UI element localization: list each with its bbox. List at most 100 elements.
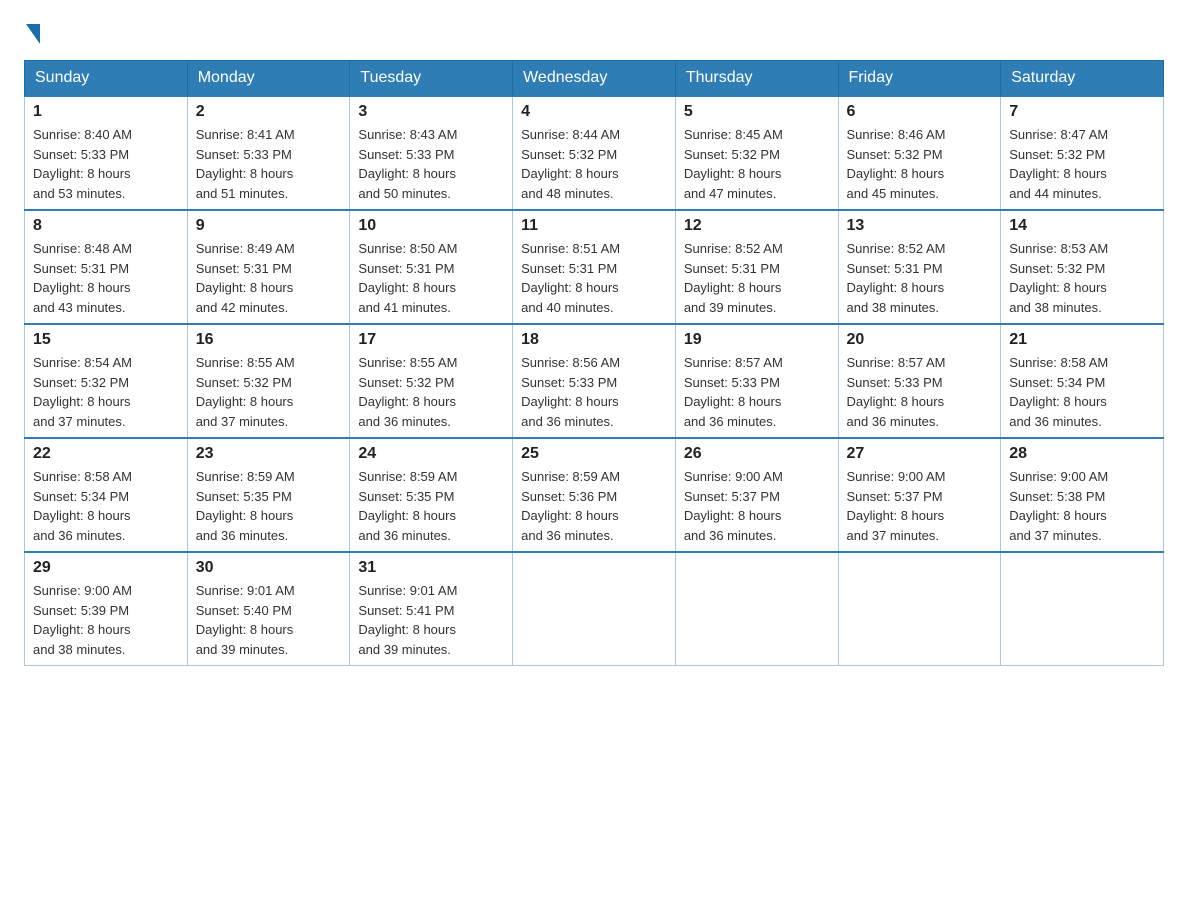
- day-info: Sunrise: 8:43 AM Sunset: 5:33 PM Dayligh…: [358, 127, 457, 201]
- day-number: 28: [1009, 445, 1155, 463]
- day-number: 9: [196, 217, 342, 235]
- calendar-week-row: 8 Sunrise: 8:48 AM Sunset: 5:31 PM Dayli…: [25, 210, 1164, 324]
- calendar-cell: 2 Sunrise: 8:41 AM Sunset: 5:33 PM Dayli…: [187, 96, 350, 210]
- day-info: Sunrise: 8:50 AM Sunset: 5:31 PM Dayligh…: [358, 241, 457, 315]
- calendar-cell: 24 Sunrise: 8:59 AM Sunset: 5:35 PM Dayl…: [350, 438, 513, 552]
- day-info: Sunrise: 9:01 AM Sunset: 5:40 PM Dayligh…: [196, 583, 295, 657]
- weekday-header-sunday: Sunday: [25, 61, 188, 97]
- calendar-week-row: 15 Sunrise: 8:54 AM Sunset: 5:32 PM Dayl…: [25, 324, 1164, 438]
- day-info: Sunrise: 8:59 AM Sunset: 5:35 PM Dayligh…: [196, 469, 295, 543]
- calendar-cell: 1 Sunrise: 8:40 AM Sunset: 5:33 PM Dayli…: [25, 96, 188, 210]
- calendar-cell: 31 Sunrise: 9:01 AM Sunset: 5:41 PM Dayl…: [350, 552, 513, 666]
- calendar-cell: 17 Sunrise: 8:55 AM Sunset: 5:32 PM Dayl…: [350, 324, 513, 438]
- calendar-week-row: 22 Sunrise: 8:58 AM Sunset: 5:34 PM Dayl…: [25, 438, 1164, 552]
- logo: [24, 24, 42, 44]
- day-info: Sunrise: 8:54 AM Sunset: 5:32 PM Dayligh…: [33, 355, 132, 429]
- weekday-header-friday: Friday: [838, 61, 1001, 97]
- day-number: 26: [684, 445, 830, 463]
- day-number: 7: [1009, 103, 1155, 121]
- calendar-cell: 27 Sunrise: 9:00 AM Sunset: 5:37 PM Dayl…: [838, 438, 1001, 552]
- day-number: 24: [358, 445, 504, 463]
- calendar-cell: [1001, 552, 1164, 666]
- day-number: 12: [684, 217, 830, 235]
- day-info: Sunrise: 8:55 AM Sunset: 5:32 PM Dayligh…: [358, 355, 457, 429]
- calendar-cell: 10 Sunrise: 8:50 AM Sunset: 5:31 PM Dayl…: [350, 210, 513, 324]
- calendar-cell: 30 Sunrise: 9:01 AM Sunset: 5:40 PM Dayl…: [187, 552, 350, 666]
- calendar-cell: 22 Sunrise: 8:58 AM Sunset: 5:34 PM Dayl…: [25, 438, 188, 552]
- calendar-cell: [513, 552, 676, 666]
- calendar-cell: 8 Sunrise: 8:48 AM Sunset: 5:31 PM Dayli…: [25, 210, 188, 324]
- day-info: Sunrise: 8:59 AM Sunset: 5:36 PM Dayligh…: [521, 469, 620, 543]
- calendar-cell: 28 Sunrise: 9:00 AM Sunset: 5:38 PM Dayl…: [1001, 438, 1164, 552]
- day-info: Sunrise: 8:55 AM Sunset: 5:32 PM Dayligh…: [196, 355, 295, 429]
- calendar-cell: 11 Sunrise: 8:51 AM Sunset: 5:31 PM Dayl…: [513, 210, 676, 324]
- day-info: Sunrise: 8:44 AM Sunset: 5:32 PM Dayligh…: [521, 127, 620, 201]
- day-number: 20: [847, 331, 993, 349]
- calendar-cell: 13 Sunrise: 8:52 AM Sunset: 5:31 PM Dayl…: [838, 210, 1001, 324]
- calendar-cell: 21 Sunrise: 8:58 AM Sunset: 5:34 PM Dayl…: [1001, 324, 1164, 438]
- calendar-cell: 7 Sunrise: 8:47 AM Sunset: 5:32 PM Dayli…: [1001, 96, 1164, 210]
- day-number: 23: [196, 445, 342, 463]
- calendar-cell: 26 Sunrise: 9:00 AM Sunset: 5:37 PM Dayl…: [675, 438, 838, 552]
- day-number: 22: [33, 445, 179, 463]
- day-number: 14: [1009, 217, 1155, 235]
- weekday-header-saturday: Saturday: [1001, 61, 1164, 97]
- day-info: Sunrise: 8:58 AM Sunset: 5:34 PM Dayligh…: [1009, 355, 1108, 429]
- day-info: Sunrise: 9:00 AM Sunset: 5:37 PM Dayligh…: [847, 469, 946, 543]
- day-info: Sunrise: 8:41 AM Sunset: 5:33 PM Dayligh…: [196, 127, 295, 201]
- day-number: 21: [1009, 331, 1155, 349]
- page-header: [24, 24, 1164, 44]
- calendar-week-row: 29 Sunrise: 9:00 AM Sunset: 5:39 PM Dayl…: [25, 552, 1164, 666]
- calendar-cell: 25 Sunrise: 8:59 AM Sunset: 5:36 PM Dayl…: [513, 438, 676, 552]
- day-info: Sunrise: 9:00 AM Sunset: 5:39 PM Dayligh…: [33, 583, 132, 657]
- logo-arrow-icon: [26, 24, 40, 44]
- calendar-cell: 3 Sunrise: 8:43 AM Sunset: 5:33 PM Dayli…: [350, 96, 513, 210]
- calendar-header-row: SundayMondayTuesdayWednesdayThursdayFrid…: [25, 61, 1164, 97]
- calendar-cell: [675, 552, 838, 666]
- day-info: Sunrise: 8:52 AM Sunset: 5:31 PM Dayligh…: [684, 241, 783, 315]
- calendar-cell: 29 Sunrise: 9:00 AM Sunset: 5:39 PM Dayl…: [25, 552, 188, 666]
- day-number: 30: [196, 559, 342, 577]
- calendar-cell: [838, 552, 1001, 666]
- weekday-header-tuesday: Tuesday: [350, 61, 513, 97]
- day-number: 2: [196, 103, 342, 121]
- day-info: Sunrise: 8:58 AM Sunset: 5:34 PM Dayligh…: [33, 469, 132, 543]
- day-number: 19: [684, 331, 830, 349]
- day-number: 25: [521, 445, 667, 463]
- day-info: Sunrise: 8:47 AM Sunset: 5:32 PM Dayligh…: [1009, 127, 1108, 201]
- day-info: Sunrise: 8:48 AM Sunset: 5:31 PM Dayligh…: [33, 241, 132, 315]
- calendar-cell: 15 Sunrise: 8:54 AM Sunset: 5:32 PM Dayl…: [25, 324, 188, 438]
- day-info: Sunrise: 8:46 AM Sunset: 5:32 PM Dayligh…: [847, 127, 946, 201]
- day-info: Sunrise: 8:51 AM Sunset: 5:31 PM Dayligh…: [521, 241, 620, 315]
- day-info: Sunrise: 8:59 AM Sunset: 5:35 PM Dayligh…: [358, 469, 457, 543]
- calendar-cell: 16 Sunrise: 8:55 AM Sunset: 5:32 PM Dayl…: [187, 324, 350, 438]
- day-info: Sunrise: 8:57 AM Sunset: 5:33 PM Dayligh…: [847, 355, 946, 429]
- day-number: 6: [847, 103, 993, 121]
- calendar-cell: 14 Sunrise: 8:53 AM Sunset: 5:32 PM Dayl…: [1001, 210, 1164, 324]
- day-number: 3: [358, 103, 504, 121]
- calendar-cell: 20 Sunrise: 8:57 AM Sunset: 5:33 PM Dayl…: [838, 324, 1001, 438]
- weekday-header-monday: Monday: [187, 61, 350, 97]
- day-number: 8: [33, 217, 179, 235]
- day-number: 13: [847, 217, 993, 235]
- day-info: Sunrise: 8:53 AM Sunset: 5:32 PM Dayligh…: [1009, 241, 1108, 315]
- day-info: Sunrise: 8:52 AM Sunset: 5:31 PM Dayligh…: [847, 241, 946, 315]
- calendar-cell: 6 Sunrise: 8:46 AM Sunset: 5:32 PM Dayli…: [838, 96, 1001, 210]
- day-info: Sunrise: 9:00 AM Sunset: 5:37 PM Dayligh…: [684, 469, 783, 543]
- day-number: 10: [358, 217, 504, 235]
- day-number: 11: [521, 217, 667, 235]
- day-info: Sunrise: 8:40 AM Sunset: 5:33 PM Dayligh…: [33, 127, 132, 201]
- day-info: Sunrise: 8:57 AM Sunset: 5:33 PM Dayligh…: [684, 355, 783, 429]
- calendar-cell: 4 Sunrise: 8:44 AM Sunset: 5:32 PM Dayli…: [513, 96, 676, 210]
- day-info: Sunrise: 8:56 AM Sunset: 5:33 PM Dayligh…: [521, 355, 620, 429]
- calendar-cell: 23 Sunrise: 8:59 AM Sunset: 5:35 PM Dayl…: [187, 438, 350, 552]
- day-info: Sunrise: 9:00 AM Sunset: 5:38 PM Dayligh…: [1009, 469, 1108, 543]
- calendar-table: SundayMondayTuesdayWednesdayThursdayFrid…: [24, 60, 1164, 666]
- day-number: 17: [358, 331, 504, 349]
- calendar-cell: 5 Sunrise: 8:45 AM Sunset: 5:32 PM Dayli…: [675, 96, 838, 210]
- day-number: 18: [521, 331, 667, 349]
- day-number: 4: [521, 103, 667, 121]
- calendar-cell: 19 Sunrise: 8:57 AM Sunset: 5:33 PM Dayl…: [675, 324, 838, 438]
- day-number: 29: [33, 559, 179, 577]
- day-number: 1: [33, 103, 179, 121]
